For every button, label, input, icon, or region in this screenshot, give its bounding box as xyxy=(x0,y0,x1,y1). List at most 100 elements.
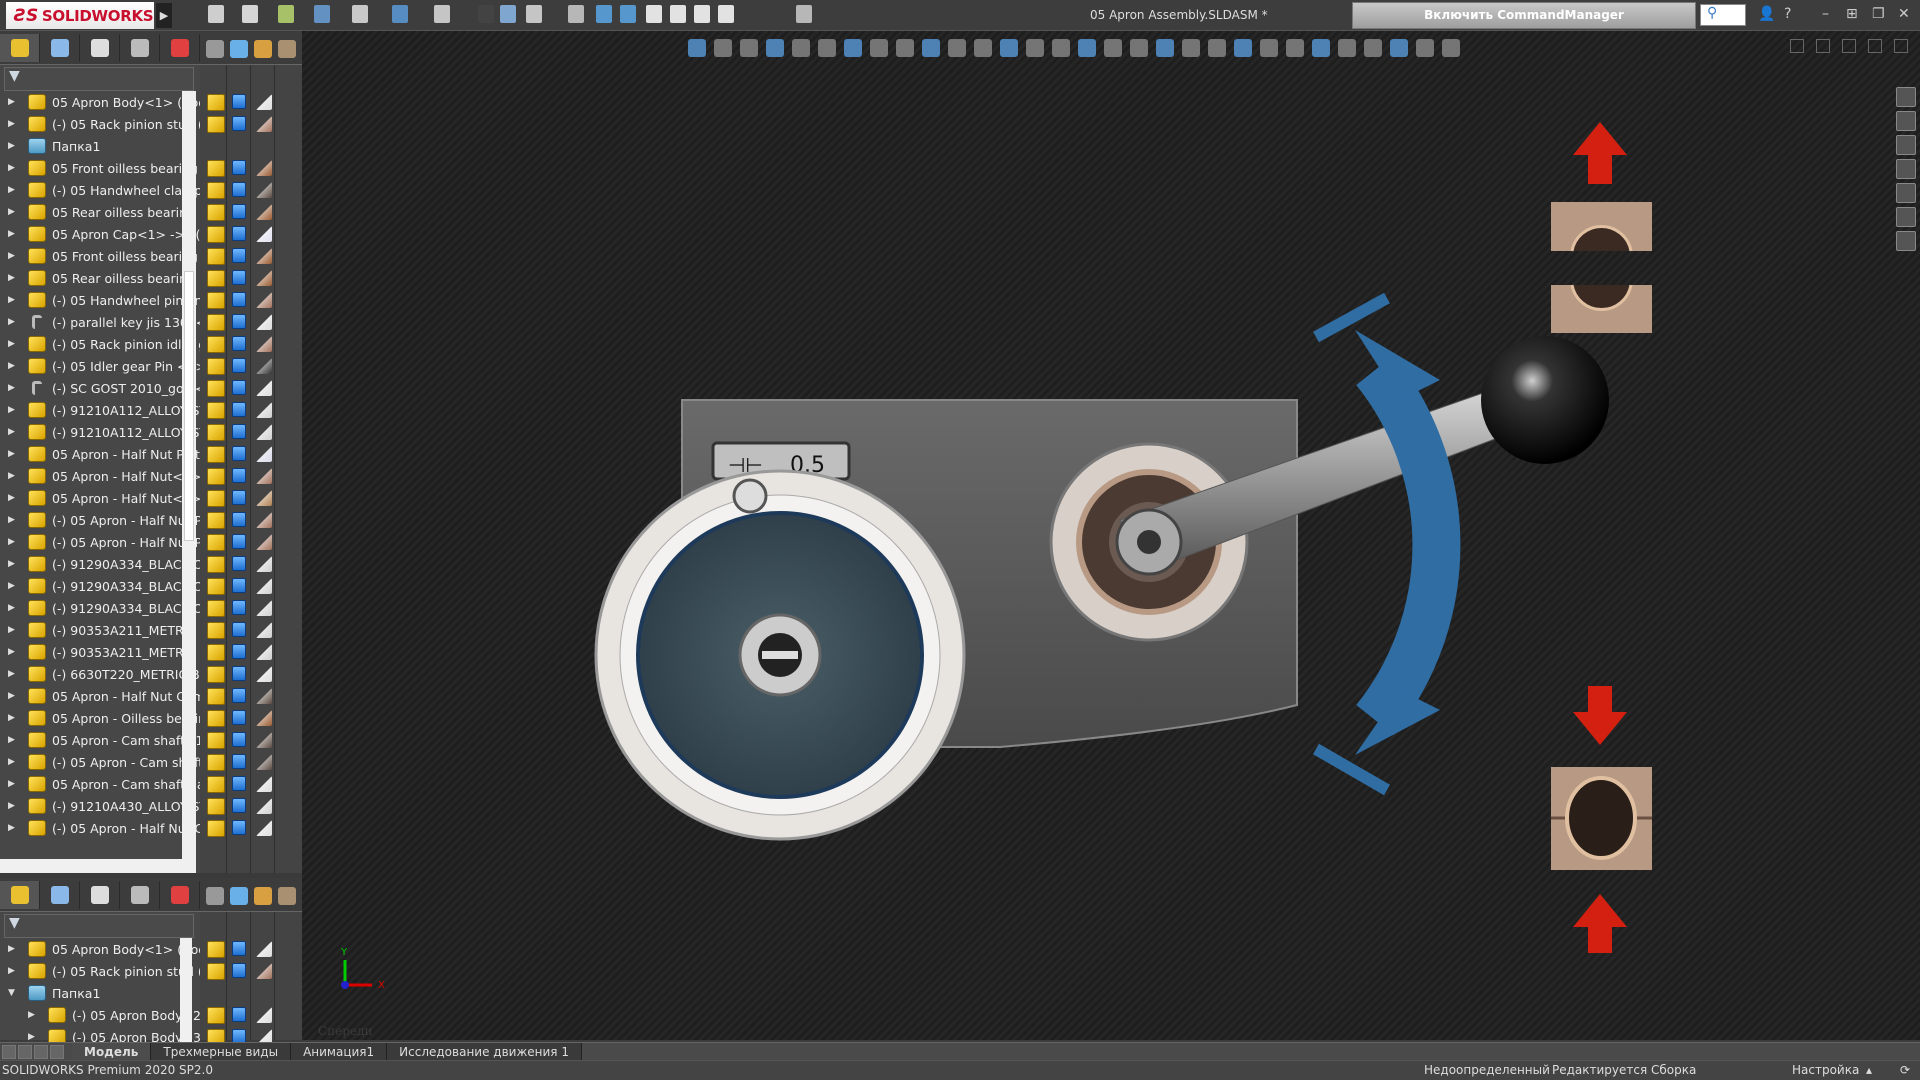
zoom-to-area-icon[interactable] xyxy=(714,39,732,57)
mass-properties-icon[interactable] xyxy=(620,5,636,23)
expand-arrow-icon[interactable]: ▶ xyxy=(8,966,20,976)
appearance-swatch-icon[interactable] xyxy=(256,424,272,440)
viewport-close-icon[interactable] xyxy=(1894,39,1908,53)
visibility-part-icon[interactable] xyxy=(207,600,225,617)
tree-item[interactable]: ▶ (-) 05 Rack pinion stud (B xyxy=(0,113,200,135)
display-manager-tab[interactable] xyxy=(160,34,200,62)
dimxpert-tab[interactable] xyxy=(120,34,160,62)
hide-show-icon[interactable] xyxy=(206,887,224,905)
display-mode-icon[interactable] xyxy=(232,314,246,329)
display-style-icon[interactable] xyxy=(230,40,248,58)
display-mode-icon[interactable] xyxy=(232,622,246,637)
appearance-swatch-icon[interactable] xyxy=(256,270,272,286)
snapshot-icon[interactable] xyxy=(796,5,812,23)
undo-icon[interactable] xyxy=(392,5,408,23)
tab-last-button[interactable] xyxy=(50,1044,64,1059)
display-mode-icon[interactable] xyxy=(232,710,246,725)
feature-manager-tab[interactable] xyxy=(0,34,40,62)
visibility-part-icon[interactable] xyxy=(207,941,225,958)
visibility-part-icon[interactable] xyxy=(207,336,225,353)
expand-arrow-icon[interactable]: ▶ xyxy=(8,713,20,723)
tree-item[interactable]: ▶ 05 Front oilless bearing R xyxy=(0,245,200,267)
visibility-part-icon[interactable] xyxy=(207,556,225,573)
zoom-to-fit-icon[interactable] xyxy=(1260,39,1278,57)
appearance-swatch-icon[interactable] xyxy=(256,732,272,748)
sum-icon[interactable] xyxy=(568,5,584,23)
appearance-swatch-icon[interactable] xyxy=(256,314,272,330)
view-settings-icon[interactable] xyxy=(278,887,296,905)
design-library-icon[interactable] xyxy=(1896,111,1916,131)
visibility-part-icon[interactable] xyxy=(207,622,225,639)
visibility-part-icon[interactable] xyxy=(207,820,225,837)
visibility-part-icon[interactable] xyxy=(207,314,225,331)
tree-item[interactable]: ▶ (-) 91290A334_BLACK-OX xyxy=(0,575,200,597)
expand-arrow-icon[interactable]: ▶ xyxy=(8,405,20,415)
appearance-swatch-icon[interactable] xyxy=(256,798,272,814)
viewport-split-icon[interactable] xyxy=(1790,39,1804,53)
tree-item[interactable]: ▶ (-) 91210A430_ALLOY STE xyxy=(0,795,200,817)
viewport-restore-icon[interactable] xyxy=(1868,39,1882,53)
appearance-swatch-icon[interactable] xyxy=(256,688,272,704)
save-icon[interactable] xyxy=(314,5,330,23)
rebuild-icon[interactable]: ⟳ xyxy=(1900,1061,1910,1080)
expand-arrow-icon[interactable]: ▶ xyxy=(8,383,20,393)
expand-arrow-icon[interactable]: ▶ xyxy=(8,603,20,613)
display-mode-icon[interactable] xyxy=(232,182,246,197)
expand-arrow-icon[interactable]: ▶ xyxy=(8,185,20,195)
visibility-part-icon[interactable] xyxy=(207,94,225,111)
appearance-swatch-icon[interactable] xyxy=(256,446,272,462)
view-settings-icon[interactable] xyxy=(278,40,296,58)
display-mode-icon[interactable] xyxy=(232,358,246,373)
display-style-icon[interactable] xyxy=(1416,39,1434,57)
tree-item[interactable]: ▶ (-) 90353A211_METRIC PA xyxy=(0,641,200,663)
expand-arrow-icon[interactable]: ▶ xyxy=(8,317,20,327)
tree-item[interactable]: ▶ (-) 05 Apron - Cam shaft xyxy=(0,751,200,773)
tree-item[interactable]: ▶ 05 Rear oilless bearing Ra xyxy=(0,267,200,289)
expand-arrow-icon[interactable]: ▶ xyxy=(8,339,20,349)
model-tab[interactable]: Исследование движения 1 xyxy=(387,1042,582,1061)
display-manager-tab[interactable] xyxy=(160,881,200,909)
display-mode-icon[interactable] xyxy=(232,798,246,813)
display-mode-icon[interactable] xyxy=(232,600,246,615)
expand-arrow-icon[interactable]: ▶ xyxy=(8,757,20,767)
view-settings-icon[interactable] xyxy=(948,39,966,57)
print-icon[interactable] xyxy=(352,5,368,23)
display-mode-icon[interactable] xyxy=(232,512,246,527)
tree-scrollbar-vertical[interactable] xyxy=(182,91,196,859)
tile-button[interactable]: ⊞ xyxy=(1846,6,1858,22)
expand-arrow-icon[interactable]: ▶ xyxy=(8,361,20,371)
dimxpert-tab[interactable] xyxy=(120,881,160,909)
hide-show-icon[interactable] xyxy=(206,40,224,58)
expand-arrow-icon[interactable]: ▶ xyxy=(8,537,20,547)
appearances-icon[interactable] xyxy=(1896,183,1916,203)
user-icon[interactable]: 👤 xyxy=(1758,6,1775,22)
tree-item[interactable]: ▶ (-) 05 Idler gear Pin <1> ( xyxy=(0,355,200,377)
visibility-part-icon[interactable] xyxy=(207,732,225,749)
tree-item[interactable]: ▶ Папка1 xyxy=(0,135,200,157)
apply-scene-icon[interactable] xyxy=(1208,39,1226,57)
tree-item[interactable]: ▶ (-) 91290A334_BLACK-OX xyxy=(0,597,200,619)
search-button[interactable]: ⚲ xyxy=(1700,4,1746,26)
configuration-manager-tab[interactable] xyxy=(80,881,120,909)
visibility-part-icon[interactable] xyxy=(207,380,225,397)
appearance-swatch-icon[interactable] xyxy=(256,248,272,264)
appearance-swatch-icon[interactable] xyxy=(256,182,272,198)
expand-arrow-icon[interactable]: ▶ xyxy=(8,625,20,635)
units-settings-button[interactable]: Настройка xyxy=(1792,1061,1859,1080)
appearance-swatch-icon[interactable] xyxy=(256,468,272,484)
tree-item[interactable]: ▶ (-) 90353A211_METRIC PA xyxy=(0,619,200,641)
appearance-swatch-icon[interactable] xyxy=(256,534,272,550)
tree-item[interactable]: ▶ 05 Apron - Half Nut<1> ( xyxy=(0,465,200,487)
appearance-swatch-icon[interactable] xyxy=(256,1007,272,1023)
model-tab[interactable]: Модель xyxy=(72,1042,152,1061)
tree-item[interactable]: ▶ (-) 6630T220_METRIC BLA xyxy=(0,663,200,685)
display-mode-icon[interactable] xyxy=(232,248,246,263)
tree-scrollbar-lower[interactable] xyxy=(180,938,192,1048)
expand-arrow-icon[interactable]: ▶ xyxy=(8,801,20,811)
appearance-swatch-icon[interactable] xyxy=(256,963,272,979)
visibility-part-icon[interactable] xyxy=(207,358,225,375)
display-mode-icon[interactable] xyxy=(232,160,246,175)
display-style-icon[interactable] xyxy=(1130,39,1148,57)
appearance-swatch-icon[interactable] xyxy=(256,160,272,176)
display-mode-icon[interactable] xyxy=(232,270,246,285)
